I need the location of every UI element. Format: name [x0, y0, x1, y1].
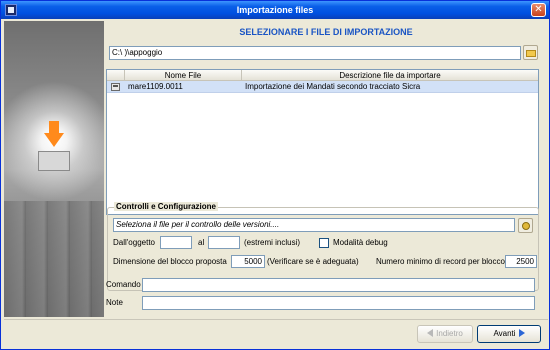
block-hint-label: (Verificare se è adeguata)	[267, 257, 359, 266]
to-label: al	[198, 238, 205, 247]
back-button[interactable]: Indietro	[417, 325, 473, 343]
table-row[interactable]: mare1109.0011 Importazione dei Mandati s…	[107, 81, 538, 93]
files-grid: Nome File Descrizione file da importare …	[106, 69, 539, 215]
block-size-label: Dimensione del blocco proposta	[113, 257, 227, 266]
import-window: Importazione files ✕ SELEZIONARE I FILE …	[0, 0, 550, 350]
to-object-input[interactable]	[208, 236, 240, 249]
main-content: SELEZIONARE I FILE DI IMPORTAZIONE C:\ )…	[104, 21, 548, 317]
column-header-icon	[107, 70, 125, 81]
footer-bar: Indietro Avanti	[4, 319, 548, 349]
command-label: Comando	[106, 280, 141, 289]
side-illustration	[4, 21, 104, 317]
window-title: Importazione files	[236, 5, 314, 15]
controls-group-title: Controlli e Configurazione	[114, 202, 218, 211]
blocks-decoration	[4, 201, 104, 317]
note-input[interactable]	[142, 296, 535, 310]
next-button[interactable]: Avanti	[477, 325, 541, 343]
gear-icon	[522, 222, 530, 230]
disk-file-icon	[111, 83, 120, 91]
download-arrow-icon	[44, 133, 64, 147]
title-bar: Importazione files ✕	[1, 1, 549, 19]
column-header-name[interactable]: Nome File	[125, 70, 242, 81]
debug-label: Modalità debug	[333, 238, 388, 247]
close-button[interactable]: ✕	[531, 3, 546, 17]
app-icon	[5, 4, 17, 16]
next-label: Avanti	[493, 329, 516, 338]
arrow-left-icon	[427, 329, 434, 337]
version-file-input[interactable]: Seleziona il file per il controllo delle…	[113, 218, 515, 232]
grid-header: Nome File Descrizione file da importare	[107, 70, 538, 81]
from-object-input[interactable]	[160, 236, 192, 249]
row-file-name: mare1109.0011	[128, 82, 183, 91]
min-records-input[interactable]: 2500	[505, 255, 537, 268]
path-input[interactable]: C:\ )\appoggio	[109, 46, 521, 60]
column-header-description[interactable]: Descrizione file da importare	[242, 70, 538, 81]
debug-checkbox[interactable]	[319, 238, 329, 248]
browse-folder-button[interactable]	[523, 45, 538, 60]
from-label: Dall'oggetto	[113, 238, 155, 247]
page-title: SELEZIONARE I FILE DI IMPORTAZIONE	[239, 27, 413, 37]
extremes-label: (estremi inclusi)	[244, 238, 301, 247]
command-input[interactable]	[142, 278, 535, 292]
inbox-icon	[38, 151, 70, 171]
version-file-button[interactable]	[518, 218, 533, 233]
arrow-right-icon	[518, 329, 525, 337]
back-label: Indietro	[436, 329, 463, 338]
note-label: Note	[106, 298, 123, 307]
row-file-description: Importazione dei Mandati secondo traccia…	[245, 82, 421, 91]
block-size-input[interactable]: 5000	[231, 255, 265, 268]
folder-icon	[526, 50, 536, 57]
min-records-label: Numero minimo di record per blocco	[376, 257, 505, 266]
